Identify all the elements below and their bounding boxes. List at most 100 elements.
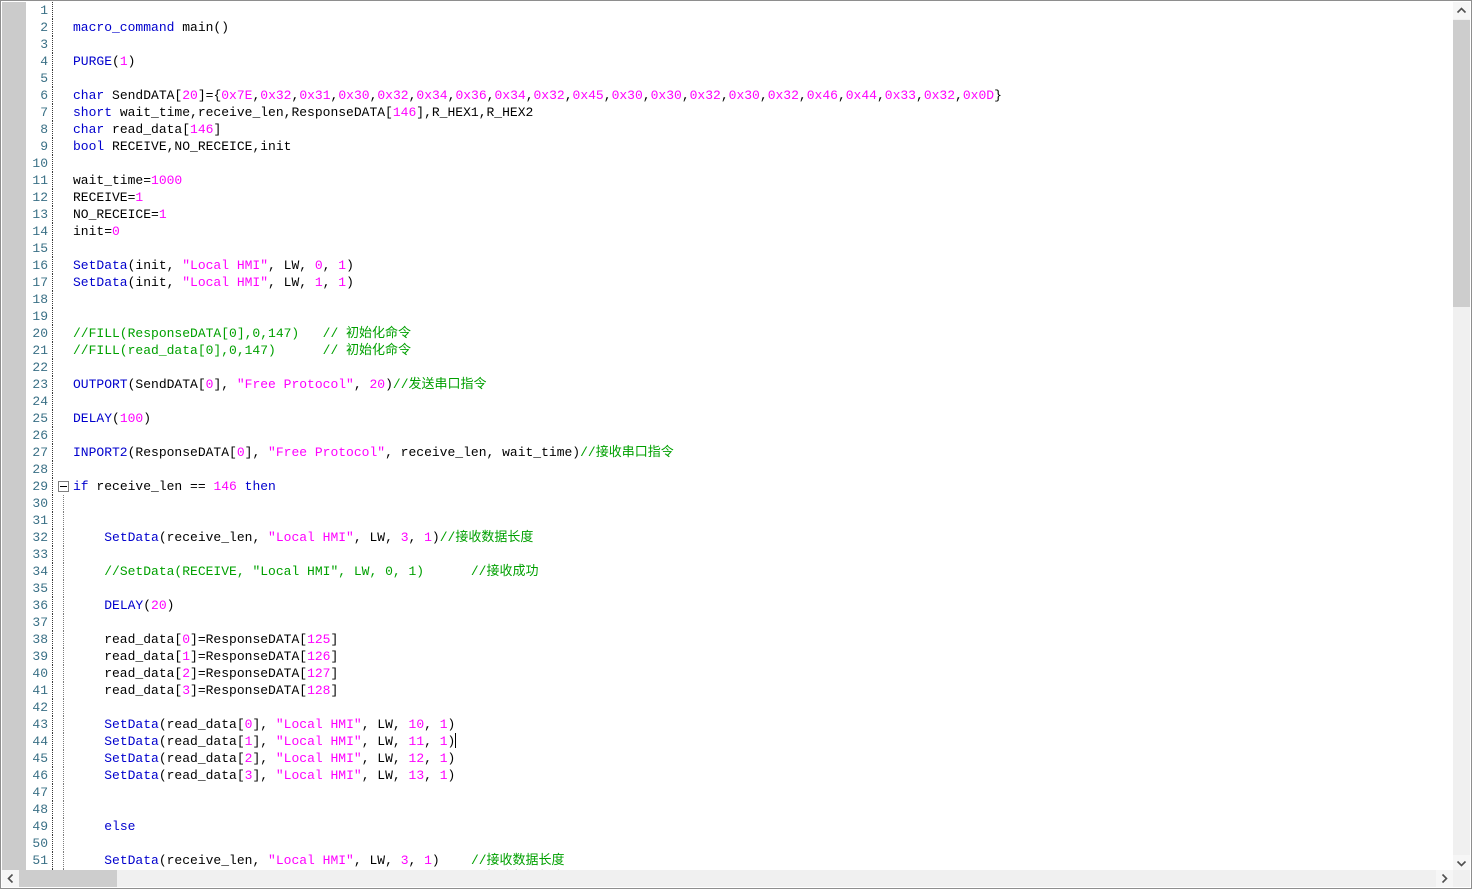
code-line[interactable]: 51 SetData(receive_len, "Local HMI", LW,… xyxy=(2,852,1470,869)
code-line[interactable]: 37 xyxy=(2,614,1470,631)
fold-collapse-icon[interactable] xyxy=(58,481,69,492)
code-line[interactable]: 43 SetData(read_data[0], "Local HMI", LW… xyxy=(2,716,1470,733)
scroll-right-button[interactable] xyxy=(1436,870,1453,887)
line-number: 48 xyxy=(2,801,53,818)
code-line[interactable]: 24 xyxy=(2,393,1470,410)
code-line[interactable]: 40 read_data[2]=ResponseDATA[127] xyxy=(2,665,1470,682)
horizontal-scrollbar-thumb[interactable] xyxy=(19,870,117,887)
code-line[interactable]: 35 xyxy=(2,580,1470,597)
code-text: char read_data[146] xyxy=(73,121,1470,138)
code-text: char SendDATA[20]={0x7E,0x32,0x31,0x30,0… xyxy=(73,87,1470,104)
scroll-left-button[interactable] xyxy=(2,870,19,887)
code-line[interactable]: 34 //SetData(RECEIVE, "Local HMI", LW, 0… xyxy=(2,563,1470,580)
code-text xyxy=(73,308,1470,325)
code-line[interactable]: 4PURGE(1) xyxy=(2,53,1470,70)
code-line[interactable]: 15 xyxy=(2,240,1470,257)
code-line[interactable]: 50 xyxy=(2,835,1470,852)
code-line[interactable]: 48 xyxy=(2,801,1470,818)
fold-margin xyxy=(53,308,73,325)
code-line[interactable]: 42 xyxy=(2,699,1470,716)
vertical-scrollbar-thumb[interactable] xyxy=(1453,20,1470,307)
scrollbar-corner xyxy=(1453,870,1470,887)
code-line[interactable]: 32 SetData(receive_len, "Local HMI", LW,… xyxy=(2,529,1470,546)
code-line[interactable]: 47 xyxy=(2,784,1470,801)
code-line[interactable]: 30 xyxy=(2,495,1470,512)
code-line[interactable]: 44 SetData(read_data[1], "Local HMI", LW… xyxy=(2,733,1470,750)
code-line[interactable]: 9bool RECEIVE,NO_RECEICE,init xyxy=(2,138,1470,155)
fold-margin xyxy=(53,376,73,393)
code-line[interactable]: 20 //FILL(ResponseDATA[0],0,147) // 初始化命令 xyxy=(2,325,1470,342)
code-line[interactable]: 10 xyxy=(2,155,1470,172)
fold-margin xyxy=(53,682,73,699)
code-line[interactable]: 2macro_command main() xyxy=(2,19,1470,36)
code-line[interactable]: 18 xyxy=(2,291,1470,308)
line-number: 50 xyxy=(2,835,53,852)
code-line[interactable]: 41 read_data[3]=ResponseDATA[128] xyxy=(2,682,1470,699)
code-line[interactable]: 8char read_data[146] xyxy=(2,121,1470,138)
vertical-scrollbar[interactable] xyxy=(1453,2,1470,872)
code-line[interactable]: 19 xyxy=(2,308,1470,325)
fold-margin xyxy=(53,359,73,376)
code-text: init=0 xyxy=(73,223,1470,240)
line-number: 10 xyxy=(2,155,53,172)
code-line[interactable]: 16SetData(init, "Local HMI", LW, 0, 1) xyxy=(2,257,1470,274)
code-line[interactable]: 36 DELAY(20) xyxy=(2,597,1470,614)
code-line[interactable]: 21//FILL(read_data[0],0,147) // 初始化命令 xyxy=(2,342,1470,359)
code-line[interactable]: 25DELAY(100) xyxy=(2,410,1470,427)
code-text xyxy=(73,801,1470,818)
code-line[interactable]: 12RECEIVE=1 xyxy=(2,189,1470,206)
line-number: 22 xyxy=(2,359,53,376)
fold-margin xyxy=(53,70,73,87)
code-text: //FILL(ResponseDATA[0],0,147) // 初始化命令 xyxy=(73,325,1470,342)
line-number: 6 xyxy=(2,87,53,104)
code-line[interactable]: 33 xyxy=(2,546,1470,563)
fold-margin xyxy=(53,750,73,767)
text-caret xyxy=(455,733,456,748)
code-text xyxy=(73,580,1470,597)
code-line[interactable]: 7short wait_time,receive_len,ResponseDAT… xyxy=(2,104,1470,121)
code-text xyxy=(73,36,1470,53)
code-text xyxy=(73,427,1470,444)
line-number: 1 xyxy=(2,2,53,19)
code-lines[interactable]: 12macro_command main()34PURGE(1)56 char S… xyxy=(2,2,1470,888)
code-line[interactable]: 45 SetData(read_data[2], "Local HMI", LW… xyxy=(2,750,1470,767)
code-line[interactable]: 17SetData(init, "Local HMI", LW, 1, 1) xyxy=(2,274,1470,291)
code-line[interactable]: 23OUTPORT(SendDATA[0], "Free Protocol", … xyxy=(2,376,1470,393)
scroll-up-button[interactable] xyxy=(1453,2,1470,19)
code-line[interactable]: 26 xyxy=(2,427,1470,444)
macro-editor-window: 12macro_command main()34PURGE(1)56 char S… xyxy=(0,0,1472,889)
line-number: 28 xyxy=(2,461,53,478)
code-text: PURGE(1) xyxy=(73,53,1470,70)
line-number: 25 xyxy=(2,410,53,427)
code-line[interactable]: 49 else xyxy=(2,818,1470,835)
code-line[interactable]: 11wait_time=1000 xyxy=(2,172,1470,189)
code-text: macro_command main() xyxy=(73,19,1470,36)
code-line[interactable]: 5 xyxy=(2,70,1470,87)
code-text: SetData(read_data[1], "Local HMI", LW, 1… xyxy=(73,733,1470,750)
code-line[interactable]: 38 read_data[0]=ResponseDATA[125] xyxy=(2,631,1470,648)
code-line[interactable]: 6 char SendDATA[20]={0x7E,0x32,0x31,0x30,… xyxy=(2,87,1470,104)
code-line[interactable]: 1 xyxy=(2,2,1470,19)
code-line[interactable]: 22 xyxy=(2,359,1470,376)
line-number: 27 xyxy=(2,444,53,461)
code-line[interactable]: 46 SetData(read_data[3], "Local HMI", LW… xyxy=(2,767,1470,784)
fold-margin xyxy=(53,597,73,614)
line-number: 45 xyxy=(2,750,53,767)
line-number: 11 xyxy=(2,172,53,189)
code-line[interactable]: 13NO_RECEICE=1 xyxy=(2,206,1470,223)
code-line[interactable]: 3 xyxy=(2,36,1470,53)
fold-margin xyxy=(53,274,73,291)
code-line[interactable]: 14init=0 xyxy=(2,223,1470,240)
horizontal-scrollbar[interactable] xyxy=(2,870,1453,887)
code-line[interactable]: 31 xyxy=(2,512,1470,529)
code-text xyxy=(73,393,1470,410)
line-number: 20 xyxy=(2,325,53,342)
fold-margin xyxy=(53,563,73,580)
fold-margin xyxy=(53,53,73,70)
fold-margin xyxy=(53,580,73,597)
code-line[interactable]: 28 xyxy=(2,461,1470,478)
code-line[interactable]: 39 read_data[1]=ResponseDATA[126] xyxy=(2,648,1470,665)
code-line[interactable]: 27INPORT2(ResponseDATA[0], "Free Protoco… xyxy=(2,444,1470,461)
code-line[interactable]: 29if receive_len == 146 then xyxy=(2,478,1470,495)
fold-margin xyxy=(53,835,73,852)
